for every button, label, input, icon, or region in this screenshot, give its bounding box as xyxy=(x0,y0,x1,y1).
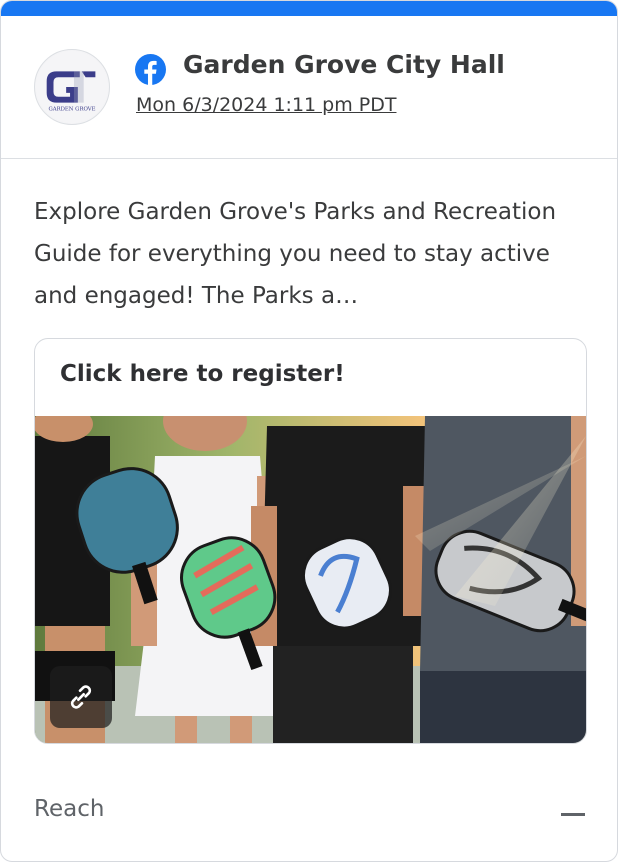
link-preview-card[interactable]: Click here to register! xyxy=(34,338,587,744)
link-preview-title[interactable]: Click here to register! xyxy=(60,361,345,387)
pickleball-photo[interactable] xyxy=(35,416,586,743)
link-badge[interactable] xyxy=(50,666,112,728)
facebook-icon xyxy=(135,54,166,85)
page-name[interactable]: Garden Grove City Hall xyxy=(183,50,505,79)
post-card: GARDEN GROVE Garden Grove City Hall Mon … xyxy=(0,0,618,862)
reach-label: Reach xyxy=(34,796,105,822)
avatar[interactable]: GARDEN GROVE xyxy=(34,49,110,125)
post-text: Explore Garden Grove's Parks and Recreat… xyxy=(34,199,557,309)
post-header: GARDEN GROVE Garden Grove City Hall Mon … xyxy=(1,16,617,159)
svg-text:GARDEN GROVE: GARDEN GROVE xyxy=(48,106,95,112)
network-color-bar xyxy=(1,1,617,16)
post-timestamp-link[interactable]: Mon 6/3/2024 1:11 pm PDT xyxy=(136,94,396,116)
collapse-minus-icon[interactable] xyxy=(561,813,585,816)
garden-grove-logo: GARDEN GROVE xyxy=(35,50,109,124)
link-icon xyxy=(70,685,92,709)
